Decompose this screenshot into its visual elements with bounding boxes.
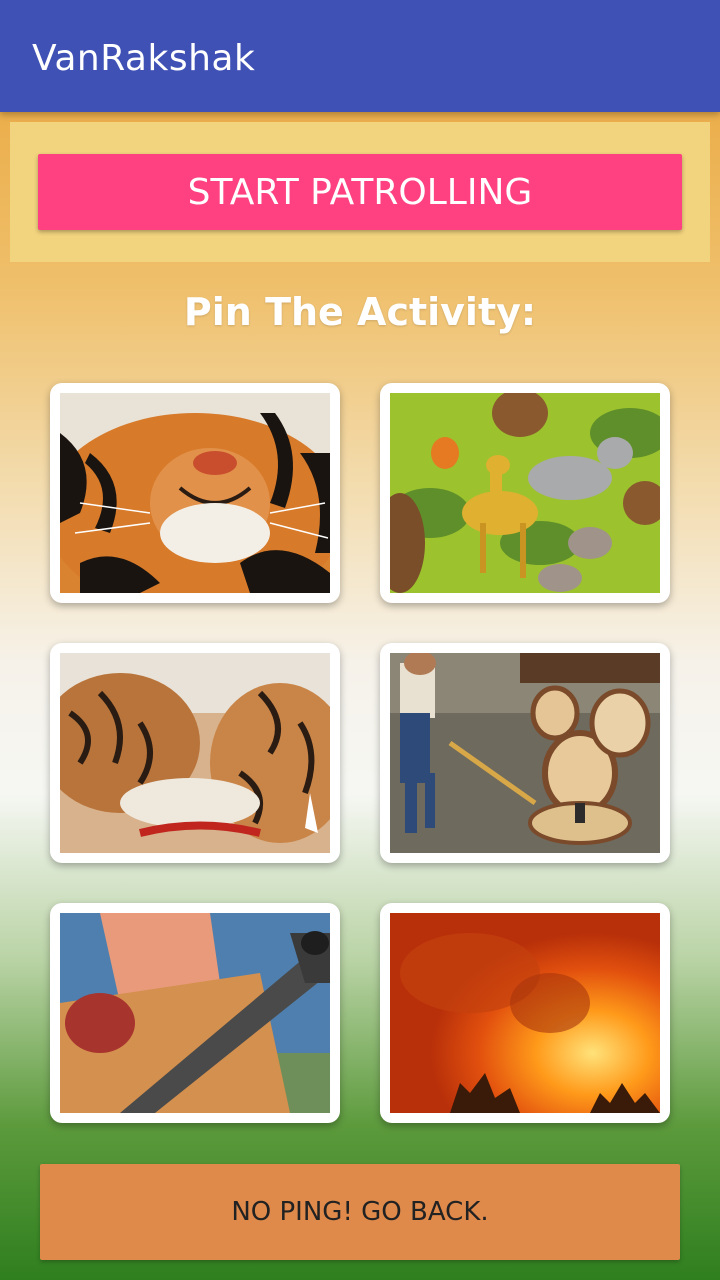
tiger-face-icon	[60, 393, 330, 593]
tile-tiger-face[interactable]	[50, 383, 340, 603]
tile-hunter-gun[interactable]	[50, 903, 340, 1123]
tiger-fight-icon	[60, 653, 330, 853]
tile-cartoon-animals[interactable]	[380, 383, 670, 603]
app-title: VanRakshak	[32, 38, 256, 79]
hunter-gun-icon	[60, 913, 330, 1113]
forest-fire-icon	[390, 913, 660, 1113]
cartoon-animals-icon	[390, 393, 660, 593]
tile-tiger-fight[interactable]	[50, 643, 340, 863]
no-ping-go-back-button[interactable]: NO PING! GO BACK.	[40, 1164, 680, 1260]
app-bar: VanRakshak	[0, 0, 720, 112]
start-patrolling-button[interactable]: START PATROLLING	[38, 154, 682, 230]
tile-forest-fire[interactable]	[380, 903, 670, 1123]
tree-cutting-icon	[390, 653, 660, 853]
tile-tree-cutting[interactable]	[380, 643, 670, 863]
pin-activity-heading: Pin The Activity:	[183, 290, 537, 334]
